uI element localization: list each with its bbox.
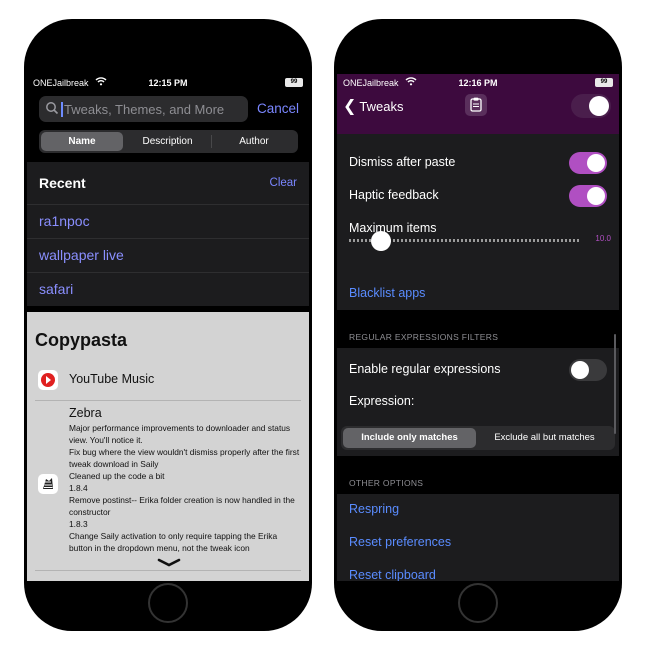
recent-item-label: ra1npoc bbox=[39, 213, 90, 229]
segment-include-only-matches[interactable]: Include only matches bbox=[343, 428, 476, 448]
clock: 12:15 PM bbox=[148, 78, 188, 88]
changelog-line: Fix bug where the view wouldn't dismiss … bbox=[69, 447, 300, 469]
back-label: Tweaks bbox=[359, 99, 404, 114]
toggle-knob bbox=[587, 154, 605, 172]
scroll-indicator[interactable] bbox=[614, 334, 616, 434]
enable-regex-toggle[interactable] bbox=[569, 359, 607, 381]
maximum-items-slider-thumb[interactable] bbox=[371, 231, 391, 251]
status-bar: ONEJailbreak 12:15 PM 99 bbox=[27, 74, 309, 92]
recent-item[interactable]: ra1npoc bbox=[27, 204, 309, 238]
toggle-knob bbox=[589, 96, 609, 116]
cancel-button[interactable]: Cancel bbox=[257, 101, 299, 116]
toggle-knob bbox=[587, 187, 605, 205]
clear-recent-button[interactable]: Clear bbox=[270, 177, 297, 189]
left-phone: ONEJailbreak 12:15 PM 99 Tweaks, Themes,… bbox=[24, 19, 312, 631]
maximum-items-value: 10.0 bbox=[595, 234, 611, 243]
sheet-title: Copypasta bbox=[35, 330, 128, 350]
segment-name[interactable]: Name bbox=[41, 132, 123, 151]
haptic-feedback-label: Haptic feedback bbox=[349, 188, 439, 202]
clip-package-name: Zebra bbox=[69, 406, 102, 420]
home-button[interactable] bbox=[148, 583, 188, 623]
regex-mode-segmented-control: Include only matches Exclude all but mat… bbox=[341, 426, 615, 450]
right-phone: ONEJailbreak 12:16 PM 99 ❮ Tweaks Dismiss… bbox=[334, 19, 622, 631]
chevron-down-icon[interactable] bbox=[157, 555, 181, 567]
right-screen: ONEJailbreak 12:16 PM 99 ❮ Tweaks Dismiss… bbox=[337, 74, 619, 581]
app-name: YouTube Music bbox=[69, 372, 155, 386]
changelog-line: 1.8.3 bbox=[69, 519, 88, 529]
clipboard-icon bbox=[470, 97, 482, 112]
text-caret bbox=[61, 102, 63, 117]
recent-item-label: wallpaper live bbox=[39, 247, 124, 263]
segment-description[interactable]: Description bbox=[125, 132, 210, 151]
battery-icon: 99 bbox=[285, 78, 303, 87]
section-spacer bbox=[337, 310, 619, 348]
search-row: Tweaks, Themes, and More Cancel bbox=[39, 96, 301, 122]
back-button[interactable]: ❮ Tweaks bbox=[343, 96, 403, 116]
chevron-left-icon: ❮ bbox=[343, 98, 357, 115]
recent-item[interactable]: safari bbox=[27, 272, 309, 306]
left-screen: ONEJailbreak 12:15 PM 99 Tweaks, Themes,… bbox=[27, 74, 309, 581]
changelog-line: Remove postinst-- Erika folder creation … bbox=[69, 495, 295, 517]
toggle-knob bbox=[571, 361, 589, 379]
changelog-line: Cleaned up the code a bit bbox=[69, 471, 165, 481]
status-bar: ONEJailbreak 12:16 PM 99 bbox=[337, 74, 619, 92]
changelog-line: Change Saily activation to only require … bbox=[69, 531, 278, 553]
search-scope-segmented-control: Name Description Author bbox=[39, 130, 298, 153]
divider bbox=[35, 570, 301, 571]
clip-text[interactable]: Major performance improvements to downlo… bbox=[69, 422, 301, 554]
changelog-line: 1.8.4 bbox=[69, 483, 88, 493]
recent-item[interactable]: wallpaper live bbox=[27, 238, 309, 272]
search-input[interactable]: Tweaks, Themes, and More bbox=[39, 96, 248, 122]
home-button[interactable] bbox=[458, 583, 498, 623]
recent-item-label: safari bbox=[39, 281, 74, 297]
youtube-music-icon bbox=[38, 370, 58, 390]
regex-section-header: REGULAR EXPRESSIONS FILTERS bbox=[349, 332, 499, 342]
segment-author[interactable]: Author bbox=[212, 132, 296, 151]
clock: 12:16 PM bbox=[458, 78, 498, 88]
divider bbox=[35, 400, 301, 401]
search-icon bbox=[45, 101, 59, 115]
battery-icon: 99 bbox=[595, 78, 613, 87]
dismiss-after-paste-toggle[interactable] bbox=[569, 152, 607, 174]
changelog-line: Major performance improvements to downlo… bbox=[69, 423, 291, 445]
section-spacer bbox=[337, 456, 619, 494]
zebra-icon bbox=[38, 474, 58, 494]
enable-regex-label: Enable regular expressions bbox=[349, 362, 501, 376]
recent-header: Recent Clear bbox=[27, 162, 309, 204]
dismiss-after-paste-label: Dismiss after paste bbox=[349, 155, 456, 169]
segment-exclude-all-but-matches[interactable]: Exclude all but matches bbox=[478, 428, 611, 448]
copypasta-sheet: Copypasta YouTube Music Zebra Major perf… bbox=[27, 312, 309, 581]
haptic-feedback-toggle[interactable] bbox=[569, 185, 607, 207]
reset-preferences-button[interactable]: Reset preferences bbox=[349, 535, 451, 549]
clipboard-button[interactable] bbox=[465, 94, 487, 116]
reset-clipboard-button[interactable]: Reset clipboard bbox=[349, 568, 436, 581]
expression-label: Expression: bbox=[349, 394, 415, 408]
blacklist-apps-button[interactable]: Blacklist apps bbox=[349, 286, 425, 300]
tweak-enabled-toggle[interactable] bbox=[571, 94, 611, 118]
other-options-section-header: OTHER OPTIONS bbox=[349, 478, 424, 488]
search-placeholder: Tweaks, Themes, and More bbox=[64, 102, 225, 117]
maximum-items-label: Maximum items bbox=[349, 221, 437, 235]
respring-button[interactable]: Respring bbox=[349, 502, 399, 516]
clip-source-row[interactable]: YouTube Music bbox=[27, 364, 309, 400]
recent-title: Recent bbox=[39, 175, 86, 191]
